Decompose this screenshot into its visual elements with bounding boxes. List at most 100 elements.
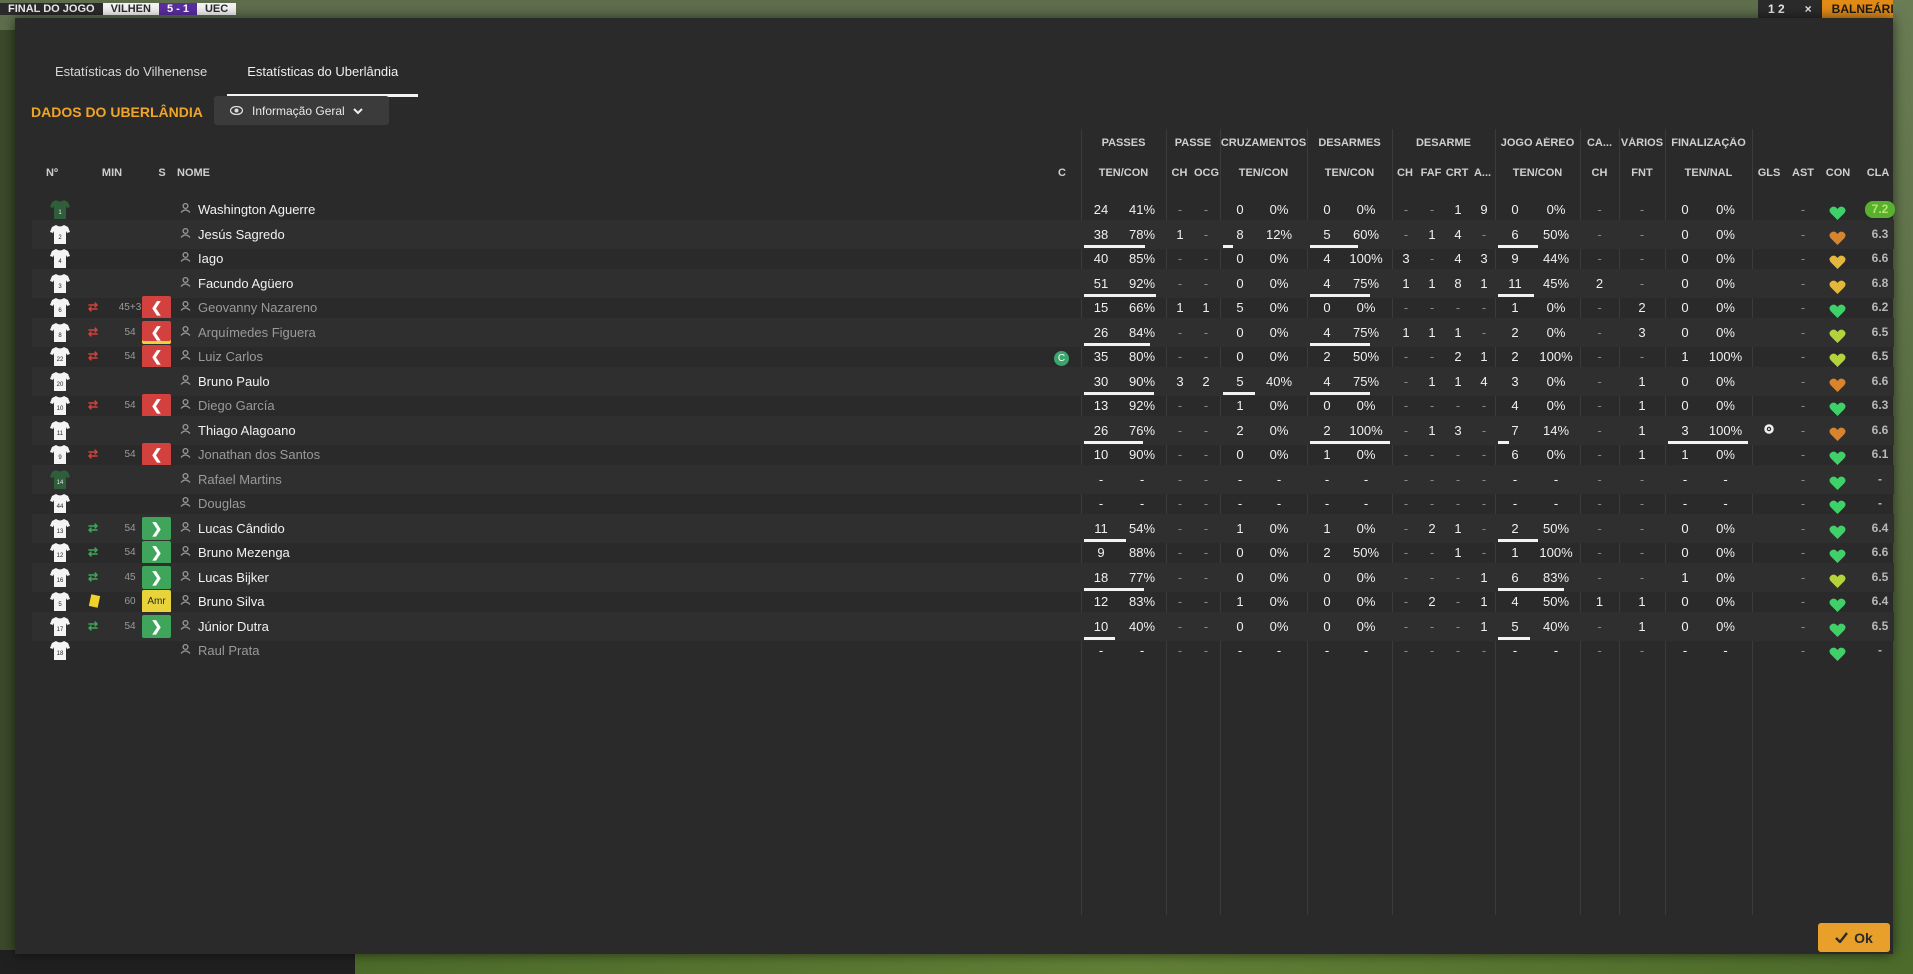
- column-header-aereo[interactable]: TEN/CON: [1495, 167, 1580, 179]
- condition-heart: [1829, 636, 1851, 665]
- minutes: [110, 636, 150, 665]
- substituted-on-badge[interactable]: ❯: [142, 614, 171, 638]
- section-title: DADOS DO UBERLÂNDIA: [31, 104, 203, 120]
- substituted-off-badge[interactable]: ❮: [142, 443, 171, 466]
- view-select[interactable]: Informação Geral: [214, 96, 389, 125]
- column-header-no[interactable]: Nº: [32, 167, 72, 179]
- group-header-aereo: JOGO AÉREO: [1500, 137, 1575, 149]
- svg-text:14: 14: [57, 480, 64, 486]
- group-header-desarmes: DESARMES: [1318, 137, 1381, 149]
- ok-button[interactable]: Ok: [1818, 923, 1890, 952]
- yellow-card: [88, 594, 101, 608]
- chances-created: -: [1203, 643, 1209, 658]
- column-header-cla[interactable]: CLA: [1862, 167, 1894, 179]
- substituted-on-badge[interactable]: ❯: [142, 565, 171, 589]
- match-score-bar: FINAL DO JOGO VILHEN 5 - 1 UEC: [0, 0, 237, 18]
- tackle-detail-d_faf: -: [1429, 643, 1435, 658]
- group-header-ca: CA...: [1586, 137, 1613, 149]
- tackle-detail-d_crt: -: [1455, 643, 1461, 658]
- crosses-completed: -: [1276, 643, 1282, 658]
- away-team: UEC: [196, 3, 237, 15]
- group-header-varios: VÁRIOS: [1620, 137, 1664, 149]
- tackles-attempted: -: [1324, 643, 1330, 658]
- substituted-on-badge[interactable]: ❯: [142, 541, 171, 564]
- substituted-off-badge[interactable]: ❮: [142, 345, 171, 368]
- team-tabs: Estatísticas do Vilhenense Estatísticas …: [35, 48, 419, 97]
- ok-label: Ok: [1854, 929, 1873, 946]
- key-passes: -: [1177, 643, 1183, 658]
- close-icon[interactable]: ×: [1794, 0, 1822, 18]
- column-header-cruz[interactable]: TEN/CON: [1220, 167, 1307, 179]
- column-header-nome[interactable]: NOME: [177, 167, 257, 179]
- tackle-detail-d_ch: -: [1403, 643, 1409, 658]
- column-header-d_ch[interactable]: CH: [1392, 167, 1418, 179]
- substituted-on-badge[interactable]: ❯: [142, 516, 171, 540]
- column-header-gls[interactable]: GLS: [1752, 167, 1786, 179]
- tackles-won: -: [1363, 643, 1369, 658]
- svg-text:18: 18: [57, 651, 64, 657]
- group-header-cruz: CRUZAMENTOS: [1220, 137, 1307, 149]
- captain-icon: C: [1054, 351, 1069, 366]
- person-icon: [180, 636, 192, 665]
- svg-text:11: 11: [57, 431, 64, 437]
- substituted-off-badge[interactable]: ❮: [142, 320, 171, 344]
- card-badge[interactable]: Amr: [142, 590, 171, 613]
- svg-text:10: 10: [57, 406, 64, 412]
- table-row[interactable]: 18 Raul Prata - - - - - - - - - - - - - - - - - - - -: [32, 636, 1894, 665]
- svg-text:44: 44: [57, 504, 64, 510]
- background-pitch-right: [1893, 0, 1913, 974]
- column-header-final[interactable]: TEN/NAL: [1665, 167, 1752, 179]
- stats-modal: Estatísticas do Vilhenense Estatísticas …: [15, 18, 1895, 954]
- shots-on-target: -: [1723, 643, 1728, 658]
- headers-attempted: -: [1512, 643, 1518, 658]
- svg-text:12: 12: [57, 553, 64, 559]
- column-header-ca_ch[interactable]: CH: [1580, 167, 1619, 179]
- column-header-fnt[interactable]: FNT: [1619, 167, 1665, 179]
- counter: 1 2: [1757, 0, 1795, 18]
- substituted-off-badge[interactable]: ❮: [142, 394, 171, 417]
- column-header-passe_ocg[interactable]: OCG: [1193, 167, 1220, 179]
- passes-completed: -: [1139, 643, 1145, 658]
- svg-text:22: 22: [57, 357, 64, 363]
- column-header-passe_ch[interactable]: CH: [1166, 167, 1193, 179]
- column-header-ast[interactable]: AST: [1786, 167, 1820, 179]
- group-header-passe: PASSE: [1174, 137, 1212, 149]
- fouls: -: [1639, 643, 1645, 658]
- player-stats-table: PASSES PASSE CRUZAMENTOS DESARMES DESARME JOG…: [32, 129, 1895, 915]
- top-right-bar: 1 2 × BALNEÁRIO: [1757, 0, 1913, 18]
- ca-ch: -: [1597, 643, 1602, 658]
- column-header-desarmes[interactable]: TEN/CON: [1307, 167, 1392, 179]
- column-header-min[interactable]: MIN: [92, 167, 132, 179]
- svg-text:13: 13: [57, 529, 64, 535]
- column-header-d_crt[interactable]: CRT: [1444, 167, 1470, 179]
- rating: 7.2: [1865, 201, 1895, 218]
- column-header-d_faf[interactable]: FAF: [1418, 167, 1444, 179]
- passes-attempted: -: [1098, 643, 1104, 658]
- tab-vilhenense-stats[interactable]: Estatísticas do Vilhenense: [35, 48, 227, 97]
- column-header-c[interactable]: C: [1052, 167, 1072, 179]
- player-name: Raul Prata: [198, 643, 260, 658]
- check-icon: [1835, 930, 1849, 946]
- shirt-number: 18: [50, 636, 70, 665]
- match-status: FINAL DO JOGO: [0, 3, 103, 15]
- eye-icon: [229, 104, 244, 118]
- svg-text:16: 16: [57, 578, 64, 584]
- column-header-d_a[interactable]: A...: [1470, 167, 1495, 179]
- substituted-off-badge[interactable]: ❮: [142, 296, 171, 319]
- view-select-label: Informação Geral: [252, 103, 345, 118]
- svg-text:17: 17: [57, 627, 64, 633]
- group-header-final: FINALIZAÇÃO: [1671, 137, 1746, 149]
- svg-text:20: 20: [57, 382, 64, 388]
- column-header-s[interactable]: S: [142, 167, 182, 179]
- assists: -: [1800, 643, 1806, 658]
- shirt-icon: 18: [50, 640, 70, 671]
- shots: -: [1682, 643, 1688, 658]
- heart-icon: [1829, 643, 1846, 672]
- tab-uberlandia-stats[interactable]: Estatísticas do Uberlândia: [227, 48, 419, 97]
- column-header-passes[interactable]: TEN/CON: [1081, 167, 1166, 179]
- home-team: VILHEN: [102, 3, 159, 15]
- column-header-con[interactable]: CON: [1820, 167, 1856, 179]
- headers-won: -: [1553, 643, 1559, 658]
- score: 5 - 1: [158, 3, 197, 15]
- crosses-attempted: -: [1237, 643, 1243, 658]
